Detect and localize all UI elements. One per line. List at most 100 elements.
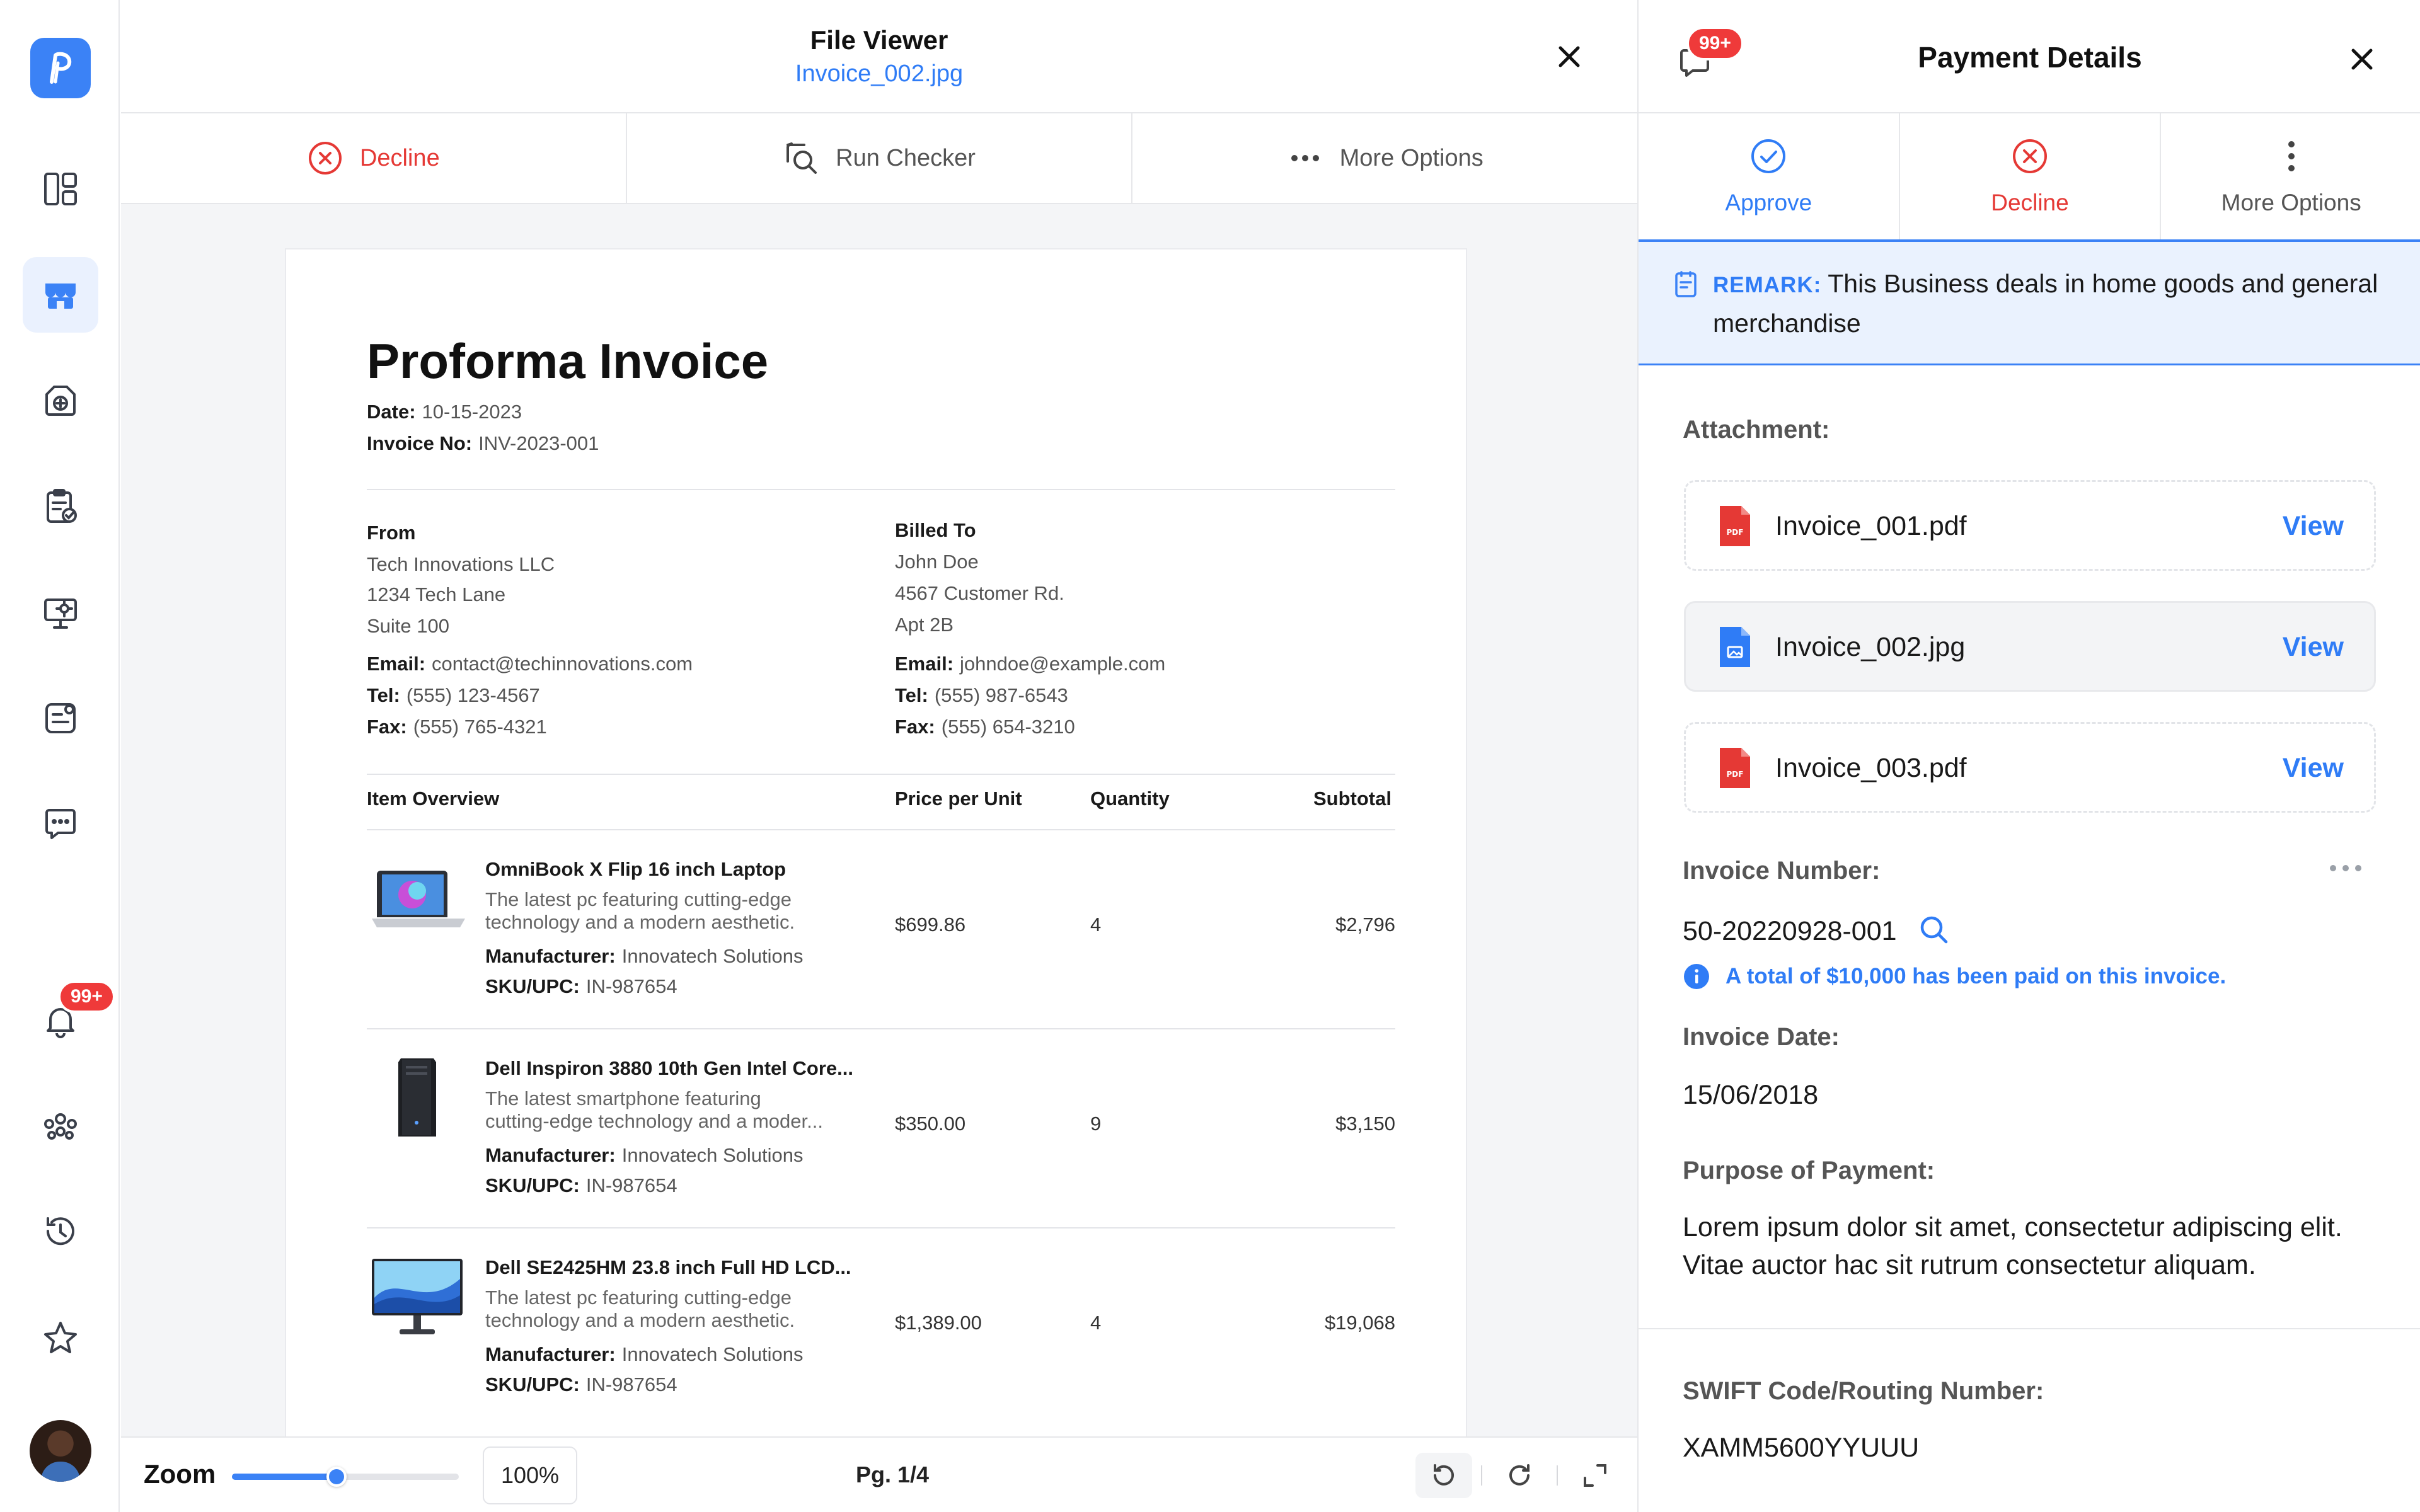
item-quantity: 4 <box>1090 1312 1102 1334</box>
viewer-title: File Viewer <box>810 25 948 55</box>
viewer-header: File Viewer Invoice_002.jpg <box>121 0 1637 113</box>
separator <box>1481 1465 1482 1486</box>
item-description: The latest pc featuring cutting-edge tech… <box>485 1286 795 1331</box>
nav-approvals[interactable] <box>23 469 98 544</box>
invoice-title: Proforma Invoice <box>367 333 769 389</box>
more-horizontal-icon[interactable] <box>2328 862 2363 874</box>
app-logo[interactable] <box>30 38 91 98</box>
remark-text: REMARK: This Business deals in home goods… <box>1713 269 2378 338</box>
invoice-date-label: Invoice Date: <box>1683 1023 1840 1051</box>
nav-store[interactable] <box>23 257 98 333</box>
attachment-name: Invoice_003.pdf <box>1775 753 1967 783</box>
panel-actions: Approve Decline More Options <box>1639 113 2420 242</box>
from-address1: 1234 Tech Lane <box>367 583 506 605</box>
purpose-value: Lorem ipsum dolor sit amet, consectetur … <box>1683 1212 2342 1280</box>
nav-dashboard[interactable] <box>23 151 98 227</box>
image-file-icon <box>1720 627 1750 667</box>
more-vertical-icon <box>2288 141 2295 171</box>
expand-icon <box>1584 1464 1606 1487</box>
dashboard-icon <box>44 173 77 205</box>
approve-button[interactable]: Approve <box>1639 113 1900 239</box>
viewer-more-options-label: More Options <box>1339 144 1484 171</box>
nav-messages[interactable] <box>23 786 98 862</box>
viewer-filename[interactable]: Invoice_002.jpg <box>121 60 1637 88</box>
note-icon <box>1675 271 1697 297</box>
from-address2: Suite 100 <box>367 615 449 637</box>
fullscreen-button[interactable] <box>1567 1453 1623 1498</box>
item-manufacturer: Manufacturer: Innovatech Solutions <box>485 1343 804 1365</box>
viewer-decline-label: Decline <box>359 144 440 171</box>
laptop-thumbnail <box>372 871 465 927</box>
column-header-subtotal: Subtotal <box>1313 788 1392 810</box>
attachment-item[interactable]: PDF Invoice_001.pdf View <box>1684 480 2376 571</box>
panel-header: 99+ Payment Details <box>1639 0 2420 113</box>
id-card-icon <box>45 703 76 733</box>
billed-to-email: Email: johndoe@example.com <box>895 653 1166 675</box>
item-description: The latest smartphone featuring cutting-e… <box>485 1087 823 1132</box>
zoom-slider-thumb[interactable] <box>326 1467 347 1487</box>
divider <box>367 489 1395 490</box>
logo-p-icon <box>50 52 72 84</box>
attachment-view-link[interactable]: View <box>2283 511 2344 542</box>
attachment-label: Attachment: <box>1683 416 1830 444</box>
zoom-value-input[interactable]: 100% <box>483 1446 577 1504</box>
monitor-thumbnail <box>372 1259 463 1334</box>
swift-label: SWIFT Code/Routing Number: <box>1683 1377 2044 1405</box>
item-sku: SKU/UPC: IN-987654 <box>485 1174 677 1196</box>
item-sku: SKU/UPC: IN-987654 <box>485 1373 677 1395</box>
invoice-date-value: 15/06/2018 <box>1683 1080 1819 1110</box>
item-subtotal: $19,068 <box>1324 1312 1395 1334</box>
monitor-gear-icon <box>44 598 77 629</box>
more-horizontal-icon <box>1291 155 1319 161</box>
x-circle-icon <box>2013 139 2047 173</box>
check-circle-icon <box>1751 139 1786 173</box>
rotate-left-button[interactable] <box>1415 1453 1472 1498</box>
clipboard-check-icon <box>47 489 77 523</box>
viewer-footer: Zoom 100% Pg. 1/4 <box>121 1436 1637 1512</box>
nav-team[interactable] <box>23 1087 98 1163</box>
nav-favorites[interactable] <box>23 1300 98 1376</box>
from-heading: From <box>367 522 416 544</box>
divider <box>367 1227 1395 1228</box>
item-name: Dell Inspiron 3880 10th Gen Intel Core..… <box>485 1057 853 1079</box>
invoice-number: Invoice No: INV-2023-001 <box>367 432 599 454</box>
item-name: Dell SE2425HM 23.8 inch Full HD LCD... <box>485 1256 851 1278</box>
paid-info: A total of $10,000 has been paid on this… <box>1683 963 2226 990</box>
attachment-item[interactable]: PDF Invoice_003.pdf View <box>1684 722 2376 813</box>
more-options-button[interactable]: More Options <box>2161 113 2420 239</box>
from-tel: Tel: (555) 123-4567 <box>367 684 540 706</box>
svg-text:PDF: PDF <box>1727 770 1744 779</box>
nav-settings-monitor[interactable] <box>23 575 98 650</box>
viewer-decline-button[interactable]: Decline <box>121 113 627 203</box>
page-indicator: Pg. 1/4 <box>856 1462 930 1487</box>
run-checker-button[interactable]: Run Checker <box>627 113 1133 203</box>
nav-profile-card[interactable] <box>23 680 98 756</box>
divider <box>1639 1328 2420 1329</box>
user-avatar[interactable] <box>30 1420 91 1482</box>
item-name: OmniBook X Flip 16 inch Laptop <box>485 858 786 880</box>
attachment-item[interactable]: Invoice_002.jpg View <box>1684 601 2376 692</box>
divider <box>367 829 1395 830</box>
close-icon[interactable] <box>1552 39 1587 74</box>
pdf-file-icon: PDF <box>1720 748 1750 788</box>
decline-button[interactable]: Decline <box>1900 113 2162 239</box>
item-manufacturer: Manufacturer: Innovatech Solutions <box>485 945 804 967</box>
history-icon <box>46 1217 74 1246</box>
attachment-view-link[interactable]: View <box>2283 753 2344 784</box>
billed-to-tel: Tel: (555) 987-6543 <box>895 684 1068 706</box>
notifications-badge: 99+ <box>58 980 115 1013</box>
close-icon[interactable] <box>2344 42 2380 77</box>
attachment-view-link[interactable]: View <box>2283 632 2344 663</box>
search-icon[interactable] <box>1918 914 1950 946</box>
divider <box>367 1028 1395 1029</box>
nav-history[interactable] <box>23 1193 98 1269</box>
nav-products[interactable] <box>23 363 98 438</box>
rotate-right-button[interactable] <box>1491 1453 1548 1498</box>
svg-text:PDF: PDF <box>1727 528 1744 537</box>
viewer-more-options-button[interactable]: More Options <box>1132 113 1637 203</box>
billed-to-name: John Doe <box>895 551 979 573</box>
more-options-label: More Options <box>2221 190 2361 215</box>
item-description: The latest pc featuring cutting-edge tech… <box>485 888 795 933</box>
zoom-slider[interactable] <box>232 1467 459 1487</box>
invoice-document: Proforma Invoice Date: 10-15-2023 Invoice… <box>285 248 1467 1445</box>
